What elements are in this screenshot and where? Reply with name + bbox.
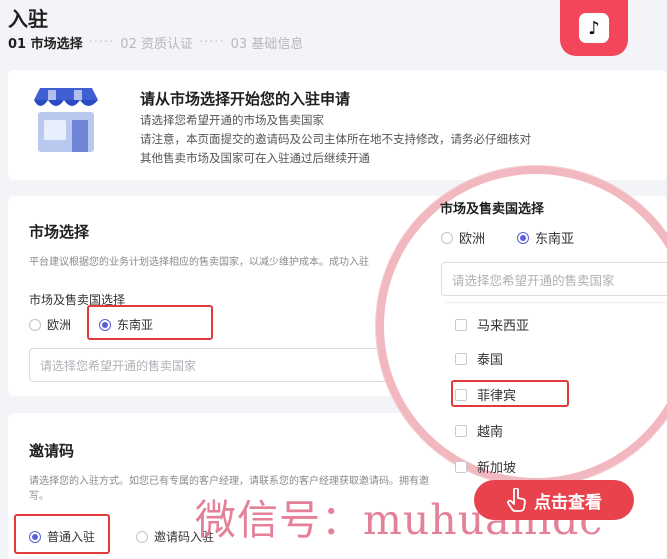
dropdown-divider [444,302,667,303]
country-option-singapore[interactable]: 新加坡 [455,457,516,476]
intro-line: 其他售卖市场及国家可在入驻通过后继续开通 [140,151,370,165]
checkbox[interactable] [455,460,467,473]
intro-title: 请从市场选择开始您的入驻申请 [140,90,351,108]
country-option-thailand[interactable]: 泰国 [455,349,503,368]
market-section-title: 市场选择 [29,223,90,241]
step-basic-info[interactable]: 03 基础信息 [231,33,304,52]
storefront-icon [34,88,98,152]
country-option-philippines[interactable]: 菲律宾 [455,385,516,404]
page-title: 入驻 [8,7,48,31]
radio-europe[interactable]: 欧洲 [29,316,71,333]
view-details-label: 点击查看 [534,492,602,513]
step-market[interactable]: 01 市场选择 [8,33,83,52]
radio-circle[interactable] [441,231,453,244]
country-option-malaysia[interactable]: 马来西亚 [455,315,529,334]
tiktok-icon: ♪ [579,13,609,43]
zoom-field-label: 市场及售卖国选择 [440,202,545,217]
radio-circle-selected[interactable] [99,318,111,331]
market-hint: 平台建议根据您的业务计划选择相应的售卖国家，以减少维护成本。成功入驻 [29,257,369,268]
zoom-country-placeholder: 请选择您希望开通的售卖国家 [452,272,615,288]
radio-circle[interactable] [136,530,148,543]
country-select[interactable]: 请选择您希望开通的售卖国家 [29,348,429,382]
step-qualification[interactable]: 02 资质认证 [120,33,193,52]
view-details-button[interactable]: 点击查看 [474,480,634,520]
radio-circle[interactable] [29,318,41,331]
invite-hint-cont: 写。 [29,491,49,502]
checkbox[interactable] [455,318,467,331]
zoom-country-select[interactable]: 请选择您希望开通的售卖国家 [441,262,667,296]
radio-normal-entry[interactable]: 普通入驻 [29,528,95,545]
hand-pointer-icon [507,488,526,512]
country-select-placeholder: 请选择您希望开通的售卖国家 [40,358,197,373]
invite-hint: 请选择您的入驻方式。如您已有专属的客户经理，请联系您的客户经理获取邀请码。拥有邀 [29,476,429,487]
zoom-radio-europe[interactable]: 欧洲 [441,228,485,247]
checkbox[interactable] [455,352,467,365]
country-option-vietnam[interactable]: 越南 [455,421,503,440]
checkbox[interactable] [455,388,467,401]
zoom-radio-southeast-asia[interactable]: 东南亚 [517,228,574,247]
radio-circle-selected[interactable] [29,530,41,543]
intro-line: 请注意，本页面提交的邀请码及公司主体所在地不支持修改，请务必仔细核对 [140,132,531,146]
invite-section-title: 邀请码 [29,442,75,460]
tiktok-shop-logo: ♪ [560,0,628,56]
intro-line: 请选择您希望开通的市场及售卖国家 [140,113,324,127]
radio-southeast-asia[interactable]: 东南亚 [99,316,153,333]
step-separator: ····· [88,35,115,50]
radio-circle-selected[interactable] [517,231,529,244]
checkbox[interactable] [455,424,467,437]
step-indicator: 01 市场选择 ····· 02 资质认证 ····· 03 基础信息 [8,33,303,52]
step-separator: ····· [198,35,225,50]
